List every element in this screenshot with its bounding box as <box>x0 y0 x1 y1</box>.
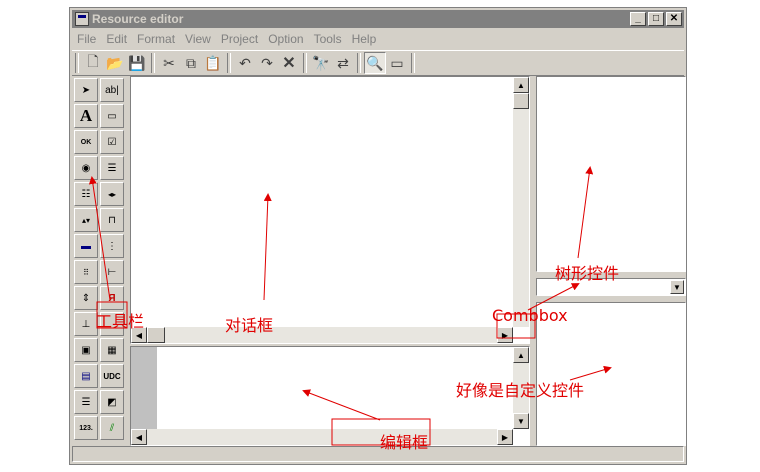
editor-arrow <box>302 389 381 421</box>
toolbar-arrow <box>88 176 111 301</box>
annotation-overlay <box>88 166 612 446</box>
annotation-editor: 编辑框 <box>380 433 429 452</box>
tree-arrow <box>577 166 594 259</box>
annotation-dialog: 对话框 <box>225 316 274 335</box>
annotation-tree: 树形控件 <box>555 264 620 283</box>
annotation-custom: 好像是自定义控件 <box>456 381 585 400</box>
annotation-combobox: Combbox <box>492 306 568 325</box>
annotation-toolbar: 工具栏 <box>96 312 145 331</box>
dialog-arrow <box>263 193 272 301</box>
